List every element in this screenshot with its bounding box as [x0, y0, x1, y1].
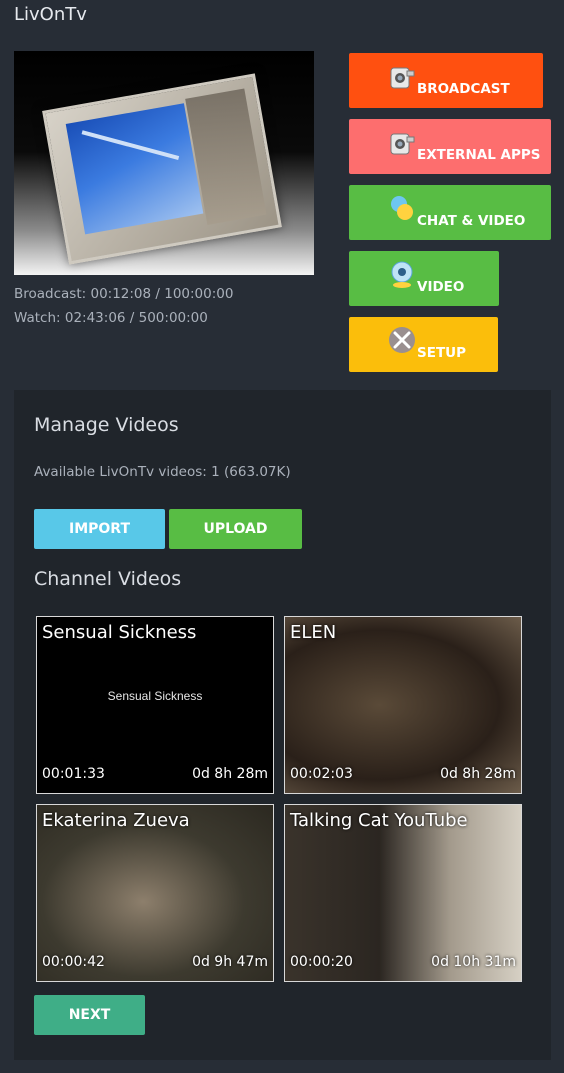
thumbnail-caption: Sensual Sickness: [107, 689, 203, 703]
broadcast-label: BROADCAST: [417, 81, 510, 97]
available-videos-text: Available LivOnTv videos: 1 (663.07K): [34, 464, 291, 480]
manage-videos-heading: Manage Videos: [34, 414, 179, 436]
broadcast-preview[interactable]: [14, 51, 314, 275]
video-button[interactable]: VIDEO: [349, 251, 499, 306]
external-apps-button[interactable]: EXTERNAL APPS: [349, 119, 551, 174]
video-title: Sensual Sickness: [42, 622, 197, 643]
channel-videos-heading: Channel Videos: [34, 568, 182, 590]
next-button[interactable]: NEXT: [34, 995, 145, 1035]
app-title: LivOnTv: [14, 4, 87, 25]
preview-laptop-image: [42, 73, 282, 265]
broadcast-stat: Broadcast: 00:12:08 / 100:00:00: [14, 286, 234, 302]
setup-label: SETUP: [417, 345, 467, 361]
video-thumbnail[interactable]: ELEN 00:02:03 0d 8h 28m: [284, 616, 522, 794]
video-label: VIDEO: [417, 279, 465, 295]
video-age: 0d 8h 28m: [192, 766, 268, 782]
manage-videos-panel: Manage Videos Available LivOnTv videos: …: [14, 390, 551, 1060]
import-button[interactable]: IMPORT: [34, 509, 165, 549]
video-title: ELEN: [290, 622, 337, 643]
video-thumbnail[interactable]: Ekaterina Zueva 00:00:42 0d 9h 47m: [36, 804, 274, 982]
video-title: Talking Cat YouTube: [290, 810, 468, 831]
video-title: Ekaterina Zueva: [42, 810, 190, 831]
webcam-icon: [391, 261, 413, 288]
watch-stat: Watch: 02:43:06 / 500:00:00: [14, 310, 208, 326]
chat-video-button[interactable]: CHAT & VIDEO: [349, 185, 551, 240]
broadcast-button[interactable]: BROADCAST: [349, 53, 543, 108]
video-age: 0d 9h 47m: [192, 954, 268, 970]
video-duration: 00:00:42: [42, 954, 105, 970]
tools-icon: [389, 327, 415, 353]
video-age: 0d 8h 28m: [440, 766, 516, 782]
video-thumbnail[interactable]: Talking Cat YouTube 00:00:20 0d 10h 31m: [284, 804, 522, 982]
video-age: 0d 10h 31m: [431, 954, 516, 970]
upload-button[interactable]: UPLOAD: [169, 509, 302, 549]
external-apps-label: EXTERNAL APPS: [417, 147, 541, 163]
video-duration: 00:00:20: [290, 954, 353, 970]
setup-button[interactable]: SETUP: [349, 317, 498, 372]
chat-users-icon: [391, 196, 413, 220]
video-thumbnail[interactable]: Sensual Sickness Sensual Sickness 00:01:…: [36, 616, 274, 794]
video-duration: 00:02:03: [290, 766, 353, 782]
chat-video-label: CHAT & VIDEO: [417, 213, 526, 229]
video-duration: 00:01:33: [42, 766, 105, 782]
camcorder-icon: [390, 67, 415, 89]
camcorder-icon: [390, 133, 415, 155]
